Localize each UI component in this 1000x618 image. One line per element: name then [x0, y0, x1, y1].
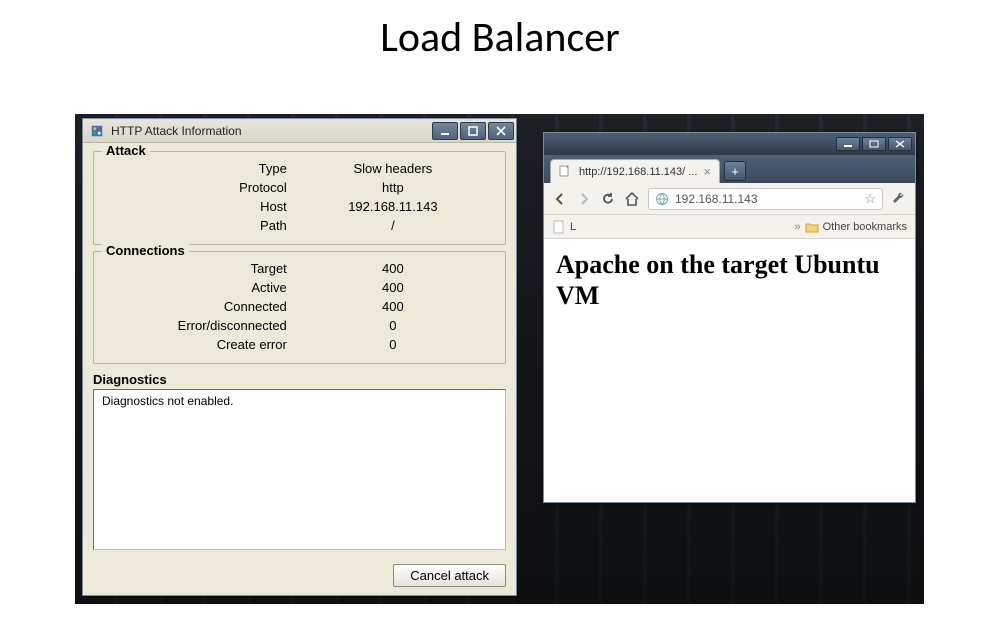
attack-type-label: Type [106, 160, 291, 177]
globe-icon [655, 192, 669, 206]
settings-wrench-icon[interactable] [891, 191, 907, 207]
home-button[interactable] [624, 191, 640, 207]
conn-createerr-label: Create error [106, 336, 291, 353]
cancel-attack-button[interactable]: Cancel attack [393, 564, 506, 587]
conn-active-label: Active [106, 279, 291, 296]
address-text: 192.168.11.143 [675, 192, 858, 206]
conn-connected-label: Connected [106, 298, 291, 315]
bookmarks-bar-item[interactable]: L [552, 220, 576, 234]
window-title: HTTP Attack Information [111, 124, 426, 138]
browser-frame-top[interactable] [544, 133, 915, 155]
minimize-button[interactable] [432, 122, 458, 140]
conn-connected-value: 400 [293, 298, 493, 315]
attack-path-value: / [293, 217, 493, 234]
back-button[interactable] [552, 191, 568, 207]
diagnostics-textarea[interactable]: Diagnostics not enabled. [93, 389, 506, 550]
forward-button[interactable] [576, 191, 592, 207]
tab-close-icon[interactable]: × [703, 164, 711, 179]
page-icon [552, 220, 566, 234]
app-icon [89, 123, 105, 139]
browser-tab-title: http://192.168.11.143/ ... [579, 166, 697, 178]
conn-target-value: 400 [293, 260, 493, 277]
browser-close-button[interactable] [888, 137, 912, 151]
browser-tab[interactable]: http://192.168.11.143/ ... × [550, 159, 720, 183]
attack-info-window: HTTP Attack Information Attack TypeSlow … [82, 118, 517, 596]
browser-window: http://192.168.11.143/ ... × + 192.168.1… [543, 132, 916, 503]
browser-maximize-button[interactable] [862, 137, 886, 151]
other-bookmarks-button[interactable]: Other bookmarks [823, 221, 907, 233]
attack-path-label: Path [106, 217, 291, 234]
bookmarks-overflow-icon[interactable]: » [795, 221, 801, 233]
browser-toolbar: 192.168.11.143 ☆ [544, 183, 915, 215]
desktop-stage: Ne Docu HTTP Attack Information Attack T… [75, 114, 924, 604]
slide-title: Load Balancer [0, 0, 1000, 81]
conn-error-value: 0 [293, 317, 493, 334]
conn-target-label: Target [106, 260, 291, 277]
titlebar[interactable]: HTTP Attack Information [83, 119, 516, 143]
bookmarks-bar: L » Other bookmarks [544, 215, 915, 239]
bookmarks-bar-item-label: L [570, 221, 576, 233]
folder-icon [805, 220, 819, 234]
connections-group: Connections Target400 Active400 Connecte… [93, 251, 506, 364]
bookmark-star-icon[interactable]: ☆ [864, 191, 876, 207]
browser-minimize-button[interactable] [836, 137, 860, 151]
attack-host-label: Host [106, 198, 291, 215]
conn-createerr-value: 0 [293, 336, 493, 353]
attack-type-value: Slow headers [293, 160, 493, 177]
browser-tabstrip: http://192.168.11.143/ ... × + [544, 155, 915, 183]
diagnostics-label: Diagnostics [93, 372, 506, 387]
maximize-button[interactable] [460, 122, 486, 140]
conn-error-label: Error/disconnected [106, 317, 291, 334]
page-heading: Apache on the target Ubuntu VM [556, 249, 903, 311]
attack-protocol-label: Protocol [106, 179, 291, 196]
new-tab-button[interactable]: + [724, 161, 746, 181]
attack-group: Attack TypeSlow headers Protocolhttp Hos… [93, 151, 506, 245]
attack-protocol-value: http [293, 179, 493, 196]
page-favicon-icon [559, 165, 573, 179]
attack-host-value: 192.168.11.143 [293, 198, 493, 215]
reload-button[interactable] [600, 191, 616, 207]
browser-viewport[interactable]: Apache on the target Ubuntu VM [544, 239, 915, 502]
attack-group-legend: Attack [102, 143, 150, 158]
conn-active-value: 400 [293, 279, 493, 296]
connections-group-legend: Connections [102, 243, 189, 258]
address-bar[interactable]: 192.168.11.143 ☆ [648, 188, 883, 210]
close-button[interactable] [488, 122, 514, 140]
